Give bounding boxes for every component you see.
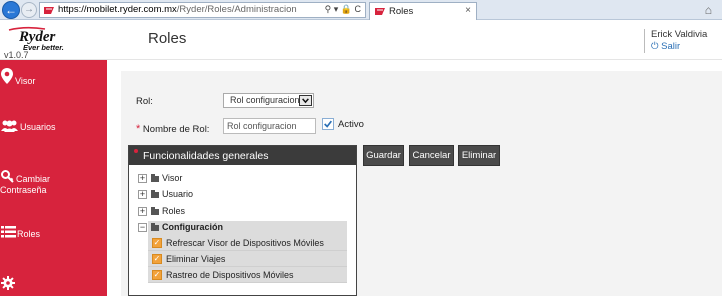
tree-leaf-label: Rastreo de Dispositivos Móviles <box>166 270 294 280</box>
url-text: https://mobilet.ryder.com.mx/Ryder/Roles… <box>58 4 297 15</box>
forward-arrow-icon[interactable]: → <box>21 2 37 18</box>
collapse-minus-icon[interactable]: − <box>138 223 147 232</box>
sidebar-item-label: Cambiar <box>16 174 51 184</box>
ryder-favicon-icon <box>375 8 385 15</box>
tree-node-label: Configuración <box>162 222 223 232</box>
tree-leaf-label: Eliminar Viajes <box>166 254 226 264</box>
tree-leaf-refrescar[interactable]: ✓ Refrescar Visor de Dispositivos Móvile… <box>148 235 347 251</box>
chevron-down-icon[interactable] <box>299 95 312 106</box>
checkbox-checked-icon[interactable]: ✓ <box>152 270 162 280</box>
sidebar-item-label: Visor <box>15 76 36 86</box>
rol-select[interactable]: Rol configuracion <box>223 93 314 108</box>
panel-marker-icon <box>134 149 138 153</box>
expand-plus-icon[interactable]: + <box>138 190 147 199</box>
logout-link[interactable]: ⏻ Salir <box>651 41 707 52</box>
tree-leaf-label: Refrescar Visor de Dispositivos Móviles <box>166 238 324 248</box>
user-box: Erick Valdivia ⏻ Salir <box>644 29 707 53</box>
required-asterisk: * <box>136 123 141 135</box>
activo-checkbox[interactable] <box>322 118 334 130</box>
address-bar[interactable]: https://mobilet.ryder.com.mx/Ryder/Roles… <box>39 2 366 18</box>
address-tools[interactable]: ⚲ ▾ 🔒 C <box>325 4 361 15</box>
key-icon <box>1 170 14 183</box>
map-pin-icon <box>1 68 13 84</box>
tab-title: Roles <box>389 6 414 17</box>
app-header: Ryder Ever better. v1.0.7 Roles Erick Va… <box>0 20 722 60</box>
checkbox-checked-icon[interactable]: ✓ <box>152 254 162 264</box>
checkbox-checked-icon[interactable]: ✓ <box>152 238 162 248</box>
browser-tab[interactable]: Roles × <box>369 2 477 20</box>
nombre-rol-label: * Nombre de Rol: <box>136 123 210 135</box>
folder-icon <box>151 223 159 231</box>
sidebar-item-label: Usuarios <box>20 122 56 132</box>
sidebar-item-usuarios[interactable]: Usuarios <box>0 116 107 140</box>
sidebar-item-roles[interactable]: Roles <box>0 224 107 246</box>
panel-header: Funcionalidades generales <box>129 146 356 165</box>
eliminar-button[interactable]: Eliminar <box>458 145 500 166</box>
activo-label: Activo <box>338 119 364 130</box>
expand-plus-icon[interactable]: + <box>138 174 147 183</box>
back-arrow-icon[interactable]: ← <box>2 1 20 19</box>
user-name: Erick Valdivia <box>651 29 708 40</box>
users-icon <box>1 120 18 132</box>
tree-node-label: Usuario <box>162 189 194 199</box>
folder-icon <box>151 174 159 182</box>
rol-label: Rol: <box>136 96 153 107</box>
svg-text:Ever better.: Ever better. <box>23 43 64 52</box>
page-title: Roles <box>148 30 187 47</box>
power-icon: ⏻ <box>651 41 659 52</box>
folder-icon <box>151 207 159 215</box>
tree-leaf-rastreo[interactable]: ✓ Rastreo de Dispositivos Móviles <box>148 267 347 283</box>
guardar-button[interactable]: Guardar <box>363 145 404 166</box>
ryder-logo[interactable]: Ryder Ever better. <box>5 26 89 52</box>
ryder-favicon-icon <box>43 5 55 16</box>
browser-toolbar: ← → https://mobilet.ryder.com.mx/Ryder/R… <box>0 0 722 20</box>
tab-close-icon[interactable]: × <box>465 5 471 16</box>
folder-icon <box>151 190 159 198</box>
app-version: v1.0.7 <box>4 50 29 60</box>
sidebar-item-label-2: Contraseña <box>0 185 47 195</box>
sidebar-item-cambiar-contrasena[interactable]: Cambiar Contraseña <box>0 170 107 200</box>
sidebar-item-label: Roles <box>17 229 41 239</box>
rol-select-value: Rol configuracion <box>230 95 300 105</box>
panel-title: Funcionalidades generales <box>143 150 269 162</box>
expand-plus-icon[interactable]: + <box>138 207 147 216</box>
tree-node-label: Roles <box>162 206 186 216</box>
gear-icon <box>1 276 15 290</box>
nombre-rol-input[interactable] <box>223 118 316 134</box>
list-icon <box>1 226 16 238</box>
sidebar-item-visor[interactable]: Visor <box>0 68 107 98</box>
home-icon[interactable]: ⌂ <box>705 3 712 17</box>
sidebar: Visor Usuarios Cambiar Contraseña Roles <box>0 60 107 296</box>
cancelar-button[interactable]: Cancelar <box>409 145 454 166</box>
sidebar-item-configuracion[interactable] <box>0 276 107 296</box>
tree-leaf-eliminar-viajes[interactable]: ✓ Eliminar Viajes <box>148 251 347 267</box>
tree-node-label: Visor <box>162 173 183 183</box>
